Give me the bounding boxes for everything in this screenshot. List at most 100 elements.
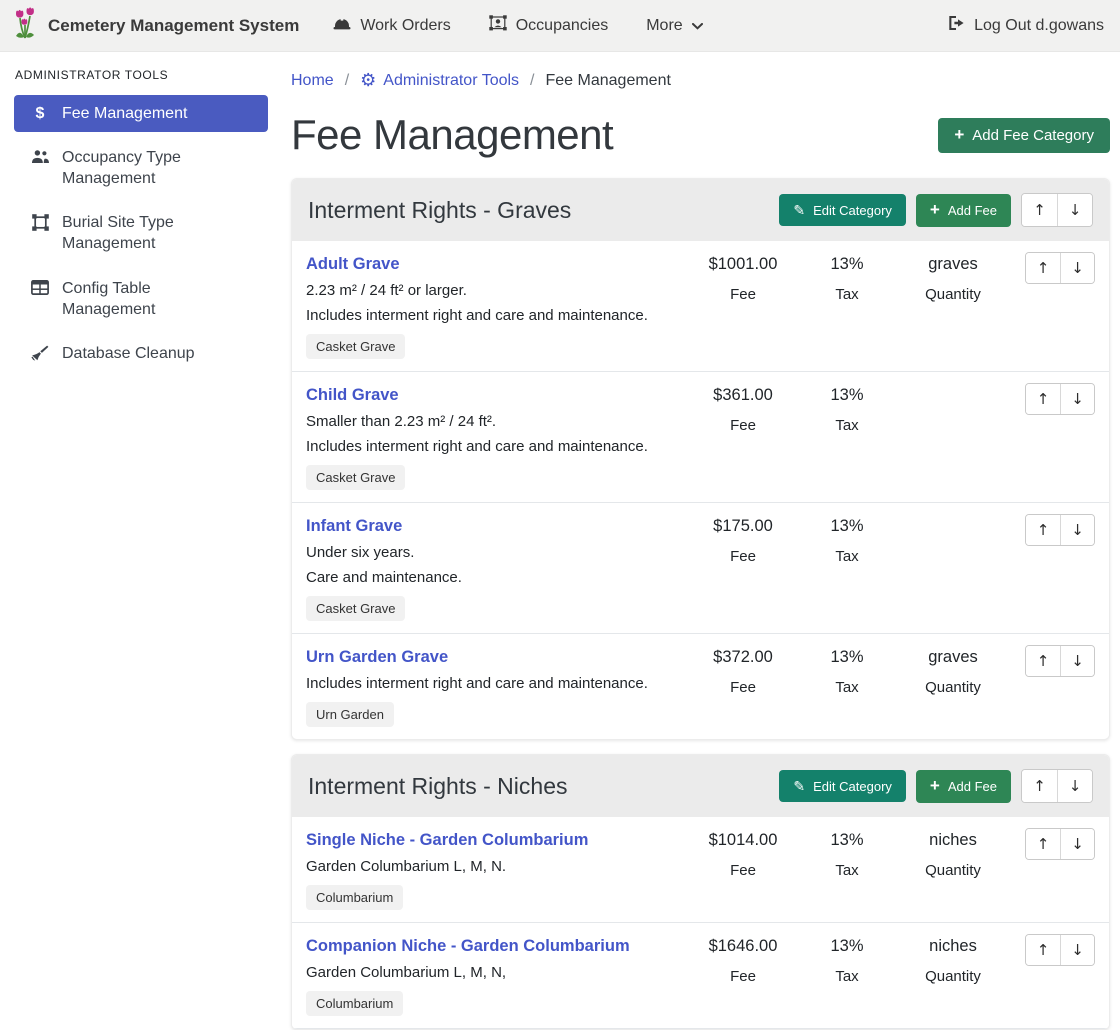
sidebar-item-occupancy-type-management[interactable]: Occupancy Type Management	[14, 139, 268, 197]
page-title: Fee Management	[291, 111, 613, 159]
sidebar-item-database-cleanup[interactable]: Database Cleanup	[14, 335, 268, 372]
fee-tax-column: 13%Tax	[799, 252, 895, 303]
breadcrumb-home-link[interactable]: Home	[291, 72, 334, 90]
fee-type-badge: Casket Grave	[306, 334, 405, 359]
fee-tax-label: Tax	[799, 679, 895, 696]
broom-icon	[30, 345, 50, 361]
category-body: Single Niche - Garden Columbarium Garden …	[292, 817, 1109, 1029]
fee-description: 2.23 m² / 24 ft² or larger.	[306, 282, 679, 299]
sidebar-item-burial-site-type-management[interactable]: Burial Site Type Management	[14, 204, 268, 262]
add-fee-label: Add Fee	[948, 780, 997, 793]
category-header: Interment Rights - Graves✎Edit Category+…	[292, 179, 1109, 241]
move-fee-down-button[interactable]: ↓	[1060, 515, 1094, 545]
nav-more-label: More	[646, 17, 682, 35]
fee-tax-label: Tax	[799, 548, 895, 565]
move-fee-up-button[interactable]: ↑	[1026, 829, 1060, 859]
add-fee-category-label: Add Fee Category	[972, 128, 1094, 143]
category-reorder-group: ↑↓	[1021, 193, 1093, 227]
fee-description: Garden Columbarium L, M, N.	[306, 858, 679, 875]
move-fee-down-button[interactable]: ↓	[1060, 253, 1094, 283]
fee-tax-value: 13%	[799, 517, 895, 536]
add-fee-button[interactable]: +Add Fee	[916, 194, 1011, 227]
move-category-down-button[interactable]: ↓	[1057, 770, 1092, 802]
move-category-up-button[interactable]: ↑	[1022, 770, 1057, 802]
fee-category-card: Interment Rights - Graves✎Edit Category+…	[291, 178, 1110, 740]
category-header: Interment Rights - Niches✎Edit Category +…	[292, 755, 1109, 817]
vector-square-icon	[30, 214, 50, 231]
fee-tax-column: 13%Tax	[799, 828, 895, 879]
fee-name-link[interactable]: Infant Grave	[306, 517, 402, 536]
move-fee-up-button[interactable]: ↑	[1026, 515, 1060, 545]
fee-row: Companion Niche - Garden Columbarium Gard…	[292, 922, 1109, 1029]
logout-button[interactable]: Log Out d.gowans	[947, 15, 1104, 36]
occupancy-badge-icon	[489, 15, 507, 36]
move-fee-down-button[interactable]: ↓	[1060, 646, 1094, 676]
fee-description: Smaller than 2.23 m² / 24 ft².	[306, 413, 679, 430]
fee-description: Includes interment right and care and ma…	[306, 675, 679, 692]
breadcrumb: Home / ⚙ Administrator Tools / Fee Manag…	[291, 72, 1110, 90]
sidebar-item-fee-management[interactable]: $Fee Management	[14, 95, 268, 132]
plus-icon: +	[954, 126, 964, 143]
move-category-up-button[interactable]: ↑	[1022, 194, 1057, 226]
nav-occupancies[interactable]: Occupancies	[489, 15, 609, 36]
category-actions: ✎Edit Category +Add Fee ↑↓	[779, 193, 1093, 227]
fee-reorder-group: ↑↓	[1025, 514, 1095, 546]
move-fee-up-button[interactable]: ↑	[1026, 384, 1060, 414]
plus-icon: +	[930, 777, 940, 794]
move-fee-down-button[interactable]: ↓	[1060, 384, 1094, 414]
nav-more[interactable]: More	[646, 17, 702, 35]
tulip-logo-icon	[12, 5, 38, 46]
move-fee-up-button[interactable]: ↑	[1026, 646, 1060, 676]
breadcrumb-admin-link[interactable]: ⚙ Administrator Tools	[360, 72, 519, 90]
fee-amount-value: $1646.00	[687, 937, 799, 956]
fee-tax-column: 13% Tax	[799, 514, 895, 565]
fee-tax-column: 13%Tax	[799, 645, 895, 696]
edit-category-button[interactable]: ✎Edit Category	[779, 770, 906, 802]
move-fee-up-button[interactable]: ↑	[1026, 253, 1060, 283]
fee-tax-label: Tax	[799, 862, 895, 879]
fee-info: Companion Niche - Garden Columbarium Gard…	[306, 934, 687, 1016]
fee-quantity-column: gravesQuantity	[895, 252, 1011, 303]
move-category-down-button[interactable]: ↓	[1057, 194, 1092, 226]
move-fee-up-button[interactable]: ↑	[1026, 935, 1060, 965]
fee-tax-value: 13%	[799, 386, 895, 405]
fee-reorder-group: ↑↓	[1025, 252, 1095, 284]
fee-quantity-label: Quantity	[895, 862, 1011, 879]
category-actions: ✎Edit Category + Add Fee ↑↓	[779, 769, 1093, 803]
edit-category-label: Edit Category	[813, 780, 892, 793]
fee-name-link[interactable]: Companion Niche - Garden Columbarium	[306, 937, 630, 956]
category-title: Interment Rights - Niches	[308, 773, 779, 800]
fee-name-link[interactable]: Single Niche - Garden Columbarium	[306, 831, 588, 850]
fee-amount-label: Fee	[687, 679, 799, 696]
fee-amount-column: $175.00Fee	[687, 514, 799, 565]
app-brand[interactable]: Cemetery Management System	[12, 5, 299, 46]
sidebar-item-label: Burial Site Type Management	[62, 212, 244, 254]
fee-name-link[interactable]: Adult Grave	[306, 255, 400, 274]
move-fee-down-button[interactable]: ↓	[1060, 829, 1094, 859]
nav-links: Work Orders Occupancies More	[333, 15, 702, 36]
fee-type-badge: Columbarium	[306, 991, 403, 1016]
fee-description: Garden Columbarium L, M, N,	[306, 964, 679, 981]
add-fee-category-button[interactable]: + Add Fee Category	[938, 118, 1110, 153]
fee-quantity-label: Quantity	[895, 679, 1011, 696]
sidebar-nav: $Fee Management Occupancy Type Management…	[14, 95, 268, 372]
top-navbar: Cemetery Management System Work Orders	[0, 0, 1120, 52]
chevron-down-icon	[692, 17, 703, 35]
fee-category-card: Interment Rights - Niches✎Edit Category +…	[291, 754, 1110, 1030]
fee-info: Adult Grave 2.23 m² / 24 ft² or larger. In…	[306, 252, 687, 359]
fee-amount-value: $372.00	[687, 648, 799, 667]
fee-tax-value: 13%	[799, 937, 895, 956]
move-fee-down-button[interactable]: ↓	[1060, 935, 1094, 965]
fee-amount-column: $1646.00Fee	[687, 934, 799, 985]
sidebar-item-config-table-management[interactable]: Config Table Management	[14, 270, 268, 328]
fee-info: Urn Garden Grave Includes interment right…	[306, 645, 687, 727]
edit-category-button[interactable]: ✎Edit Category	[779, 194, 906, 226]
category-reorder-group: ↑↓	[1021, 769, 1093, 803]
nav-work-orders[interactable]: Work Orders	[333, 15, 450, 36]
fee-name-link[interactable]: Child Grave	[306, 386, 399, 405]
fee-description: Includes interment right and care and ma…	[306, 307, 679, 324]
add-fee-button[interactable]: + Add Fee	[916, 770, 1011, 803]
fee-name-link[interactable]: Urn Garden Grave	[306, 648, 448, 667]
add-fee-label: Add Fee	[948, 204, 997, 217]
fee-amount-value: $175.00	[687, 517, 799, 536]
